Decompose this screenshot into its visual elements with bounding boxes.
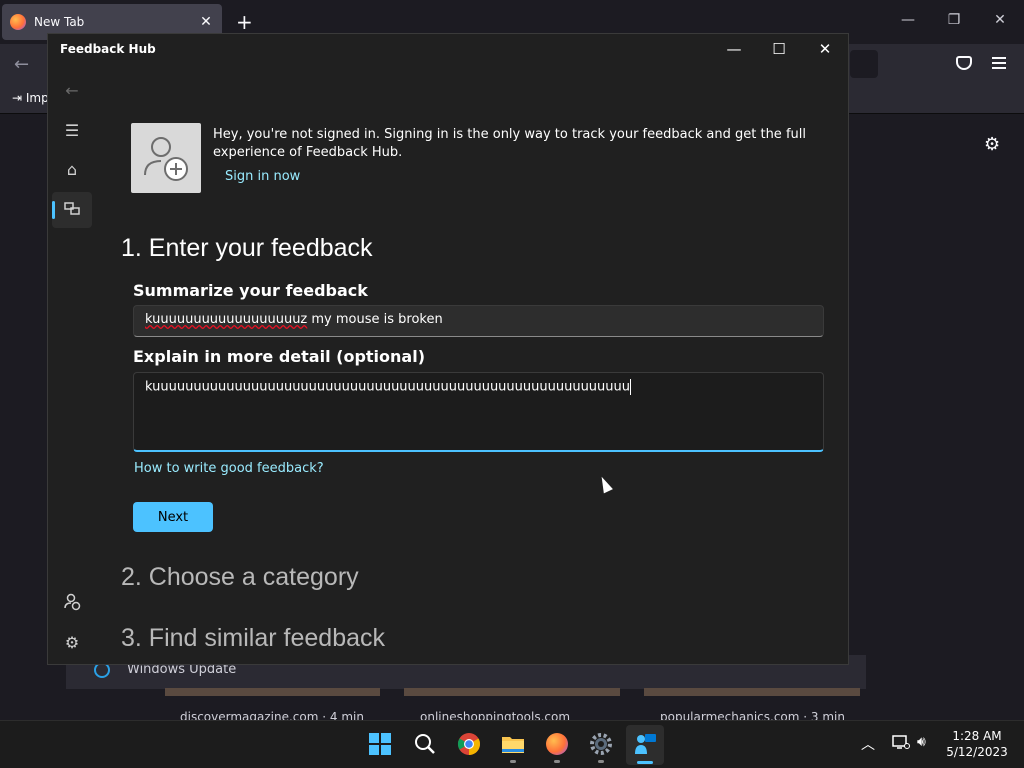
newtab-settings-gear-icon[interactable]: ⚙	[984, 134, 1000, 155]
minimize-icon[interactable]: —	[722, 40, 746, 58]
firefox-icon[interactable]	[545, 732, 569, 756]
feedback-hub-icon[interactable]	[633, 732, 657, 756]
site-thumbnail[interactable]	[644, 688, 860, 696]
chrome-icon[interactable]	[457, 732, 481, 756]
summary-input[interactable]: kuuuuuuuuuuuuuuuuuuz my mouse is broken	[133, 305, 824, 337]
running-indicator	[554, 760, 560, 763]
account-placeholder-avatar	[131, 123, 201, 193]
browser-minimize-icon[interactable]: —	[898, 12, 918, 28]
close-icon[interactable]: ✕	[813, 40, 837, 58]
firefox-favicon-icon	[10, 14, 26, 30]
sign-in-link[interactable]: Sign in now	[225, 169, 300, 184]
tab-close-icon[interactable]: ✕	[198, 14, 214, 30]
settings-icon[interactable]	[589, 732, 613, 756]
step2-heading[interactable]: 2. Choose a category	[121, 563, 359, 592]
browser-tab-title: New Tab	[34, 15, 85, 29]
summary-label: Summarize your feedback	[133, 281, 368, 300]
system-clock[interactable]: 1:28 AM 5/12/2023	[940, 728, 1014, 760]
browser-url-bar[interactable]	[850, 50, 878, 78]
running-indicator	[510, 760, 516, 763]
mouse-cursor-icon	[597, 474, 613, 494]
step1-heading: 1. Enter your feedback	[121, 234, 373, 262]
summary-typo-text: kuuuuuuuuuuuuuuuuuuz	[145, 312, 308, 327]
add-account-icon[interactable]	[60, 590, 84, 614]
bookmark-import-label: Imp	[25, 91, 49, 105]
active-app-indicator	[637, 761, 653, 764]
window-title: Feedback Hub	[60, 42, 156, 56]
clock-time: 1:28 AM	[952, 729, 1002, 743]
hamburger-menu-icon[interactable]: ☰	[60, 118, 84, 142]
network-icon[interactable]	[892, 734, 910, 754]
file-explorer-icon[interactable]	[501, 732, 525, 756]
signin-message: Hey, you're not signed in. Signing in is…	[213, 127, 806, 160]
step3-heading[interactable]: 3. Find similar feedback	[121, 624, 385, 653]
settings-gear-icon[interactable]: ⚙	[60, 630, 84, 654]
home-icon[interactable]: ⌂	[60, 157, 84, 181]
running-indicator	[598, 760, 604, 763]
site-thumbnail[interactable]	[404, 688, 620, 696]
summary-text: my mouse is broken	[307, 312, 443, 327]
feedback-icon[interactable]	[60, 197, 84, 221]
next-button[interactable]: Next	[133, 502, 213, 532]
detail-textarea[interactable]: kuuuuuuuuuuuuuuuuuuuuuuuuuuuuuuuuuuuuuuu…	[133, 372, 824, 452]
new-tab-button[interactable]: +	[236, 12, 253, 32]
feedback-hub-window: Feedback Hub — ☐ ✕ ← ☰ ⌂ ⚙ Hey, you're n…	[47, 33, 849, 665]
detail-text: kuuuuuuuuuuuuuuuuuuuuuuuuuuuuuuuuuuuuuuu…	[145, 379, 631, 395]
text-caret	[630, 379, 632, 395]
browser-close-icon[interactable]: ✕	[990, 12, 1010, 28]
detail-label: Explain in more detail (optional)	[133, 347, 426, 366]
browser-menu-icon[interactable]	[992, 57, 1006, 72]
volume-icon[interactable]: 🔊︎	[917, 734, 926, 750]
back-arrow-icon[interactable]: ←	[60, 78, 84, 102]
how-to-write-link[interactable]: How to write good feedback?	[134, 461, 324, 476]
browser-back-icon[interactable]: ←	[14, 54, 29, 75]
nav-selection-indicator	[52, 201, 55, 219]
bookmark-import[interactable]: ⇥ Imp	[12, 91, 49, 105]
start-windows-icon[interactable]	[368, 732, 392, 756]
show-hidden-icons-chevron-up-icon[interactable]: ︿	[861, 734, 875, 754]
browser-restore-icon[interactable]: ❐	[944, 12, 964, 28]
clock-date: 5/12/2023	[946, 745, 1008, 759]
search-icon[interactable]	[413, 732, 437, 756]
site-thumbnail[interactable]	[165, 688, 380, 696]
maximize-icon[interactable]: ☐	[767, 40, 791, 58]
